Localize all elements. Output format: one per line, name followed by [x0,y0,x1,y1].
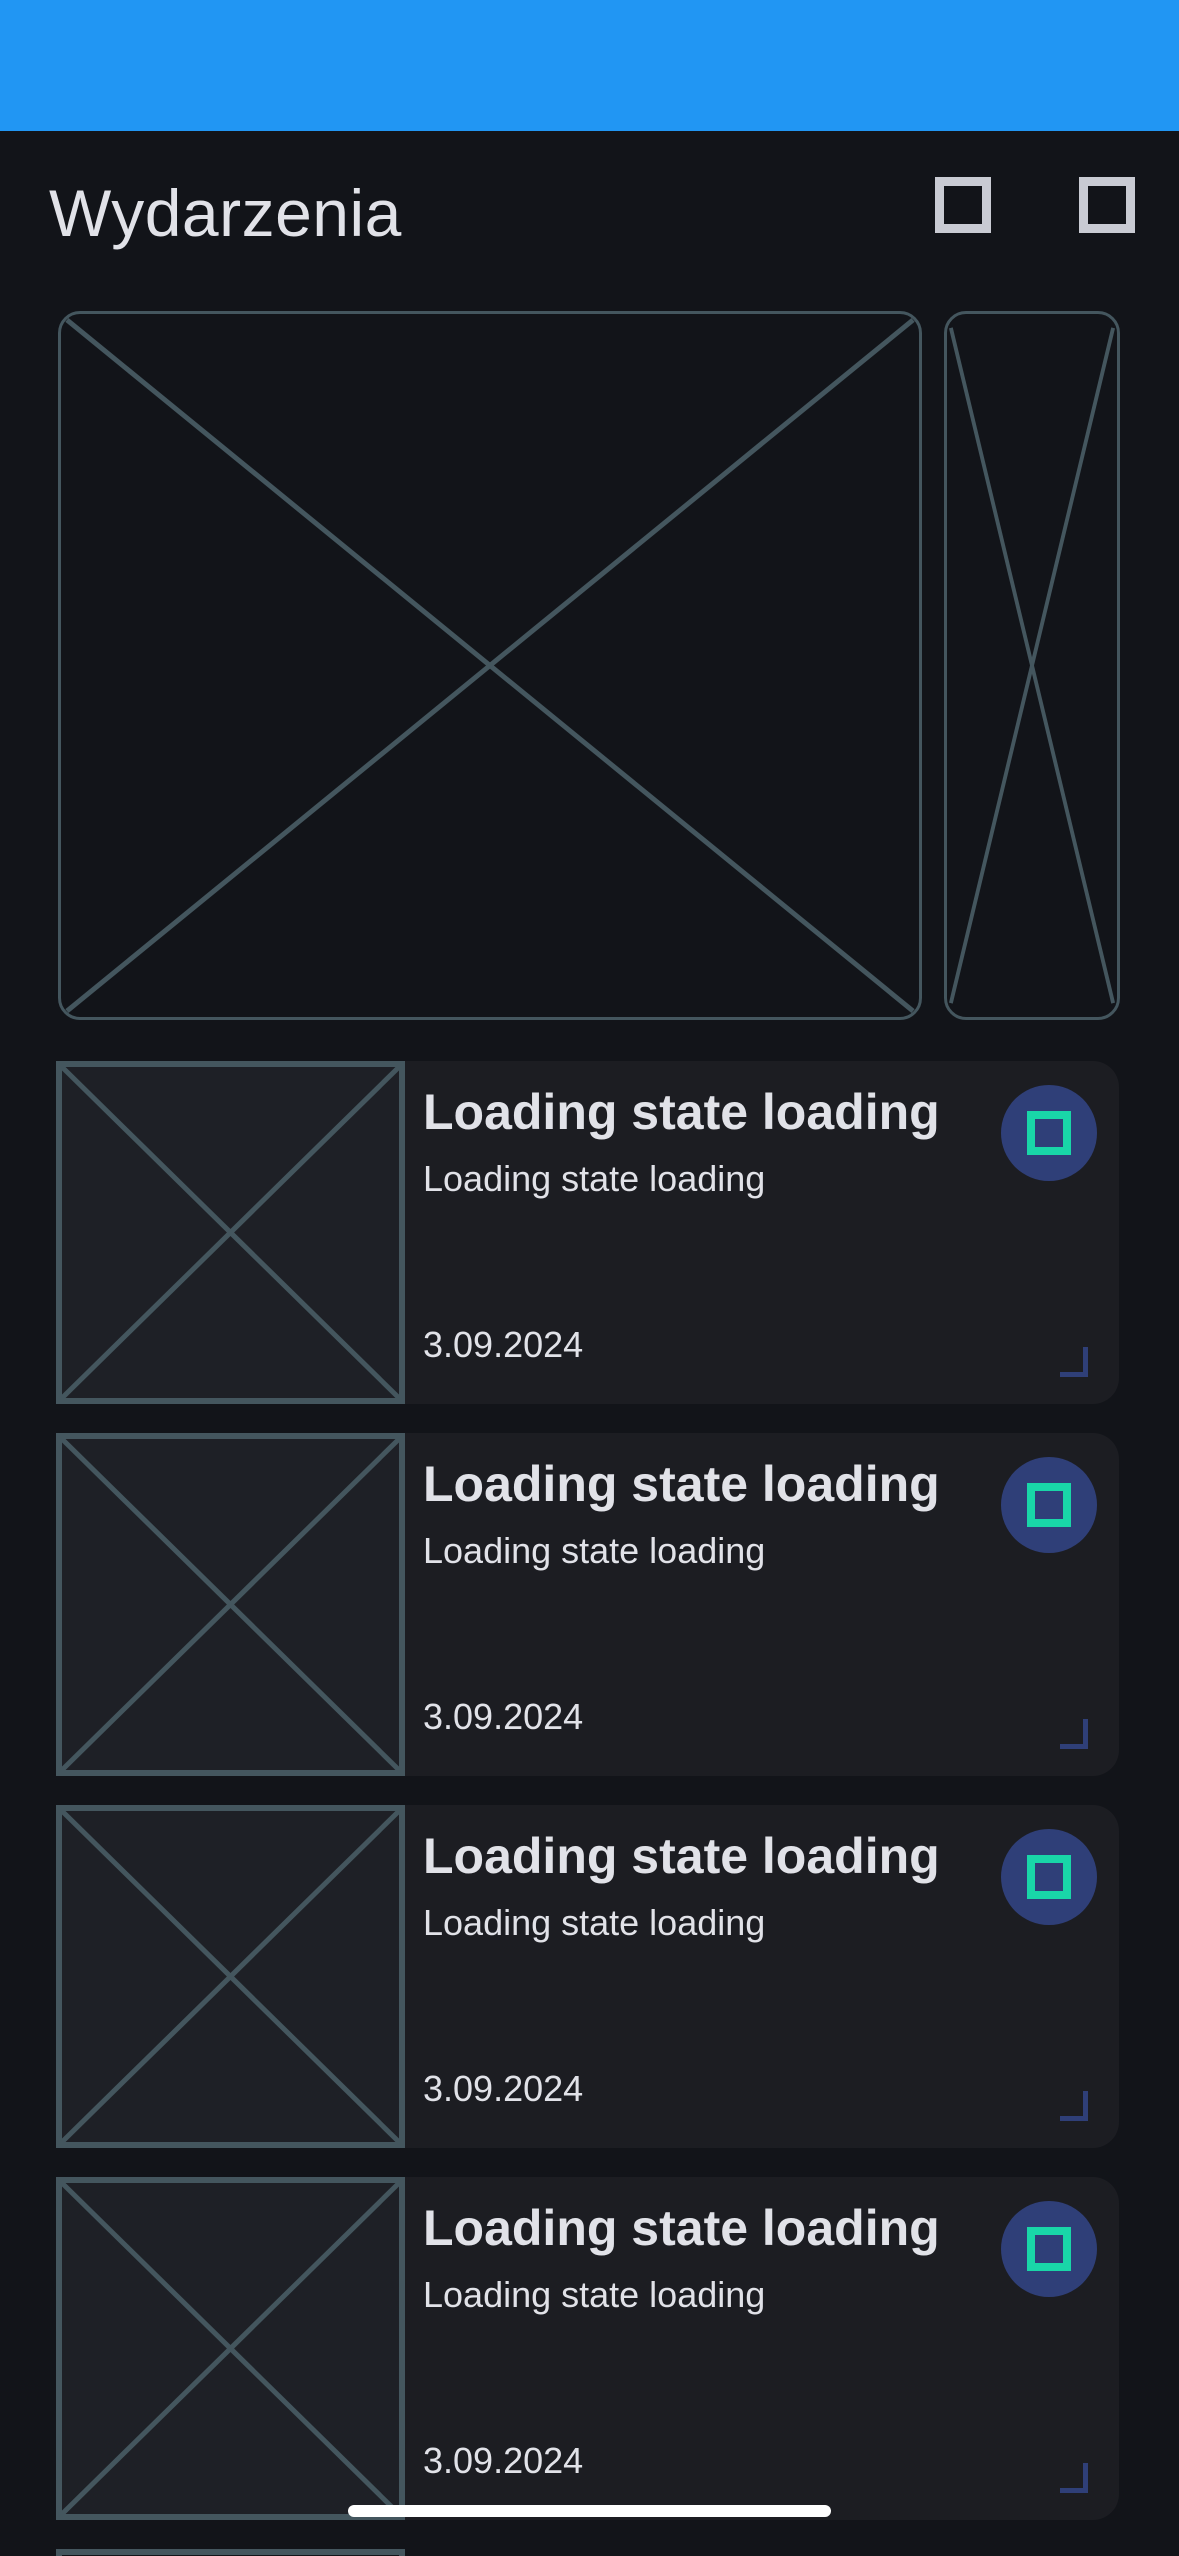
square-outline-icon[interactable] [935,177,991,233]
square-icon [1027,1483,1071,1527]
event-title: Loading state loading [423,1456,940,1512]
favorite-button[interactable] [1001,1085,1097,1181]
event-subtitle: Loading state loading [423,1530,766,1571]
event-card[interactable]: Loading state loading Loading state load… [56,1061,1119,1404]
corner-icon [1060,2091,1088,2121]
event-subtitle: Loading state loading [423,2274,766,2315]
event-thumbnail [56,2177,405,2520]
event-card[interactable]: Loading state loading Loading state load… [56,2177,1119,2520]
page-title: Wydarzenia [49,176,402,250]
square-icon [1027,1855,1071,1899]
image-placeholder-icon [948,327,1116,1004]
favorite-button[interactable] [1001,1457,1097,1553]
square-icon [1027,2227,1071,2271]
favorite-button[interactable] [1001,1829,1097,1925]
home-indicator[interactable] [348,2505,831,2517]
event-subtitle: Loading state loading [423,1902,766,1943]
carousel-item[interactable] [58,311,922,1020]
event-thumbnail-peek [56,2549,405,2556]
event-title: Loading state loading [423,2200,940,2256]
square-outline-icon[interactable] [1079,177,1135,233]
square-icon [1027,1111,1071,1155]
image-placeholder-icon [62,2183,399,2514]
event-card[interactable]: Loading state loading Loading state load… [56,1805,1119,2148]
image-placeholder-icon [65,318,915,1013]
image-placeholder-icon [62,1439,399,1770]
event-date: 3.09.2024 [423,2440,584,2481]
corner-icon [1060,2463,1088,2493]
event-date: 3.09.2024 [423,1696,584,1737]
image-placeholder-icon [62,1811,399,2142]
carousel-item[interactable] [944,311,1120,1020]
status-bar [0,0,1179,131]
corner-icon [1060,1347,1088,1377]
event-thumbnail [56,1433,405,1776]
favorite-button[interactable] [1001,2201,1097,2297]
event-title: Loading state loading [423,1084,940,1140]
corner-icon [1060,1719,1088,1749]
event-title: Loading state loading [423,1828,940,1884]
image-placeholder-icon [62,1067,399,1398]
event-date: 3.09.2024 [423,2068,584,2109]
app-bar: Wydarzenia [0,131,1179,296]
event-thumbnail [56,1061,405,1404]
event-card[interactable]: Loading state loading Loading state load… [56,1433,1119,1776]
event-subtitle: Loading state loading [423,1158,766,1199]
event-date: 3.09.2024 [423,1324,584,1365]
event-thumbnail [56,1805,405,2148]
